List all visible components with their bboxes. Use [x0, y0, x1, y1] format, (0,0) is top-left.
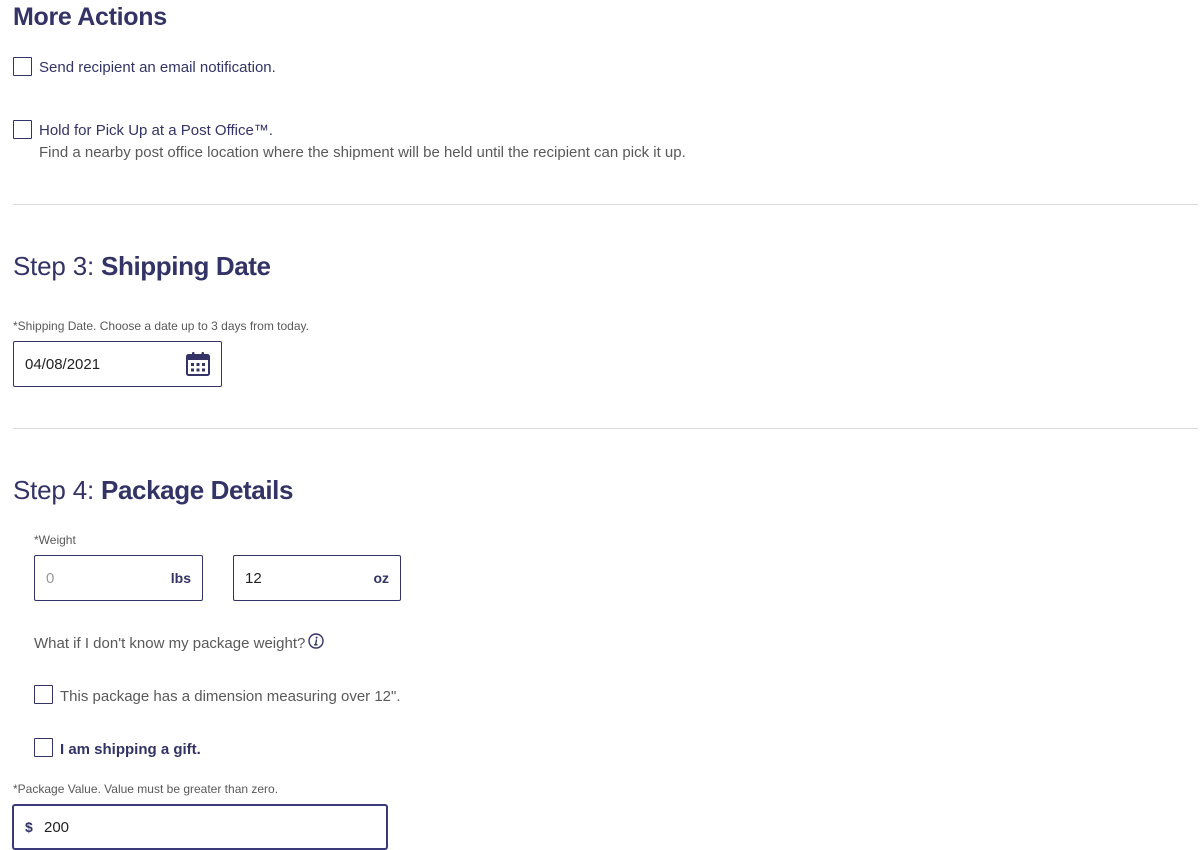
weight-label: *Weight — [34, 533, 76, 547]
calendar-icon[interactable] — [185, 351, 211, 377]
weight-lbs-field[interactable]: lbs — [34, 555, 203, 601]
step3-prefix: Step 3: — [13, 251, 102, 281]
step4-heading: Package Details — [101, 475, 294, 505]
section-divider — [13, 204, 1198, 205]
currency-symbol: $ — [25, 819, 33, 835]
oz-unit: oz — [373, 570, 389, 586]
weight-oz-field[interactable]: oz — [233, 555, 401, 601]
email-notification-label[interactable]: Send recipient an email notification. — [39, 59, 276, 76]
step4-prefix: Step 4: — [13, 475, 102, 505]
section-divider — [13, 428, 1198, 429]
package-value-input[interactable] — [44, 806, 364, 848]
shipping-gift-checkbox[interactable] — [34, 738, 53, 757]
shipping-date-label: *Shipping Date. Choose a date up to 3 da… — [13, 319, 309, 333]
package-value-field[interactable]: $ — [13, 805, 387, 849]
package-value-label: *Package Value. Value must be greater th… — [13, 782, 279, 796]
dimension-over-12-label[interactable]: This package has a dimension measuring o… — [60, 688, 401, 705]
shipping-gift-label[interactable]: I am shipping a gift. — [60, 741, 201, 758]
hold-for-pickup-label[interactable]: Hold for Pick Up at a Post Office™. — [39, 122, 273, 139]
more-actions-title: More Actions — [13, 3, 167, 31]
step3-title: Step 3: Shipping Date — [13, 251, 271, 282]
weight-oz-input[interactable] — [245, 556, 355, 600]
dimension-over-12-checkbox[interactable] — [34, 685, 53, 704]
step4-title: Step 4: Package Details — [13, 475, 293, 506]
weight-help-text: What if I don't know my package weight? — [34, 635, 306, 652]
step3-heading: Shipping Date — [101, 251, 271, 281]
hold-for-pickup-description: Find a nearby post office location where… — [39, 144, 686, 161]
lbs-unit: lbs — [170, 570, 191, 586]
weight-lbs-input[interactable] — [46, 556, 156, 600]
shipping-date-field[interactable] — [13, 341, 224, 387]
email-notification-checkbox[interactable] — [13, 57, 32, 76]
hold-for-pickup-checkbox[interactable] — [13, 120, 32, 139]
info-icon[interactable] — [308, 633, 324, 649]
